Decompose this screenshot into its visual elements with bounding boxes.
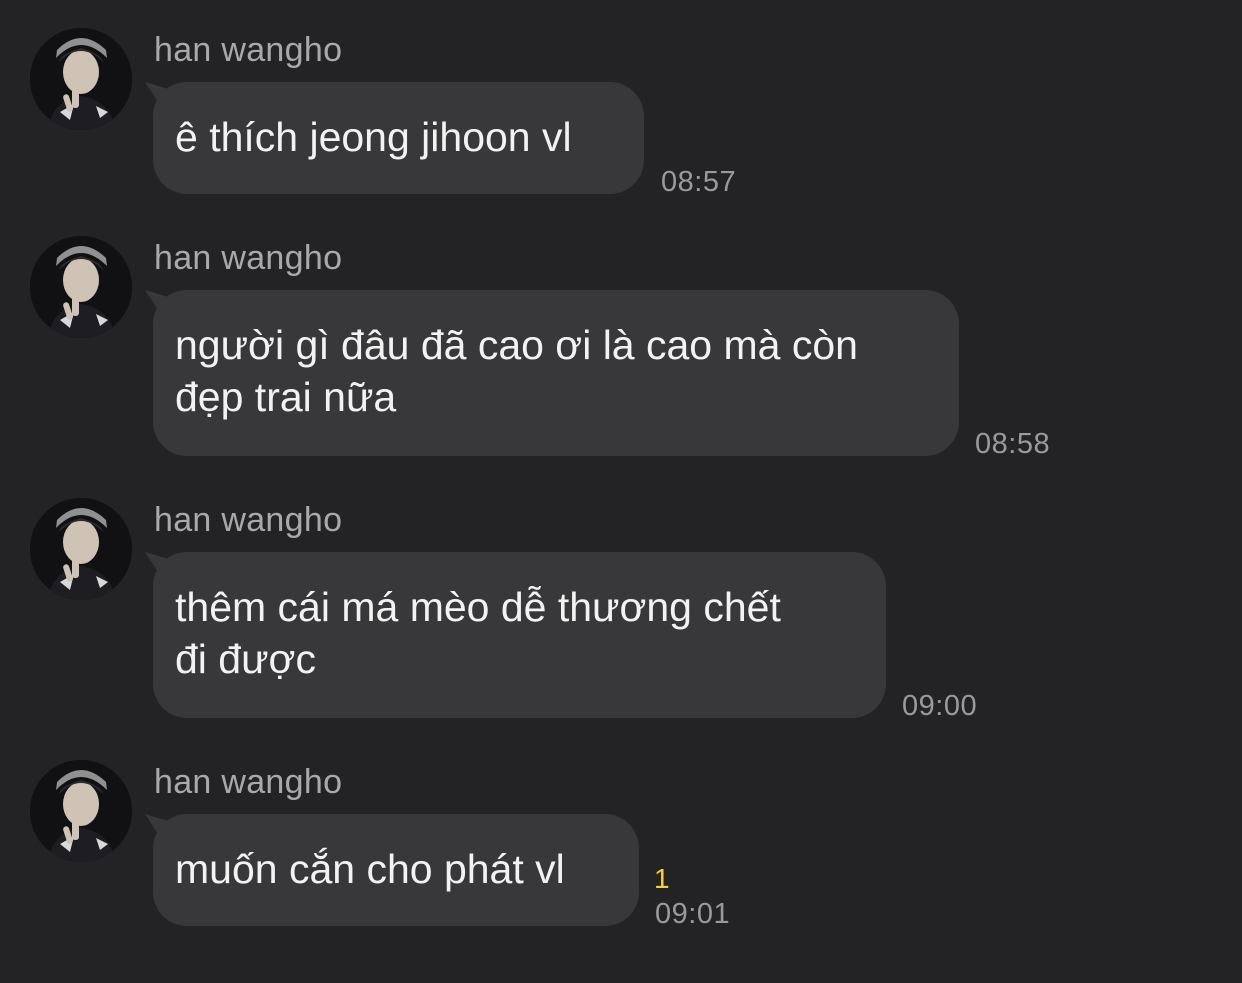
avatar[interactable] [30, 498, 132, 600]
sender-name: han wangho [154, 501, 343, 539]
profile-photo-icon [30, 236, 132, 338]
message-line: người gì đâu đã cao ơi là cao mà còn [175, 322, 858, 368]
message-bubble[interactable]: muốn cắn cho phát vl [153, 814, 639, 926]
avatar[interactable] [30, 760, 132, 862]
chat-transcript: han wangho ê thích jeong jihoon vl 08:57… [0, 0, 1242, 983]
message-line: đẹp trai nữa [175, 374, 397, 420]
message-line: thêm cái má mèo dễ thương chết [175, 584, 781, 630]
profile-photo-icon [30, 28, 132, 130]
avatar[interactable] [30, 236, 132, 338]
message-bubble[interactable]: người gì đâu đã cao ơi là cao mà còn đẹp… [153, 290, 959, 456]
message-line: ê thích jeong jihoon vl [175, 114, 572, 160]
profile-photo-icon [30, 760, 132, 862]
sender-name: han wangho [154, 239, 343, 277]
message-bubble[interactable]: ê thích jeong jihoon vl [153, 82, 644, 194]
sender-name: han wangho [154, 31, 343, 69]
sender-name: han wangho [154, 763, 343, 801]
message-timestamp: 09:01 [655, 898, 731, 930]
unread-count-badge: 1 [654, 863, 670, 894]
message-line: đi được [175, 636, 316, 682]
message-timestamp: 09:00 [902, 690, 978, 722]
message-timestamp: 08:57 [661, 166, 737, 198]
avatar[interactable] [30, 28, 132, 130]
profile-photo-icon [30, 498, 132, 600]
message-timestamp: 08:58 [975, 428, 1051, 460]
message-line: muốn cắn cho phát vl [175, 846, 565, 892]
message-bubble[interactable]: thêm cái má mèo dễ thương chết đi được [153, 552, 886, 718]
